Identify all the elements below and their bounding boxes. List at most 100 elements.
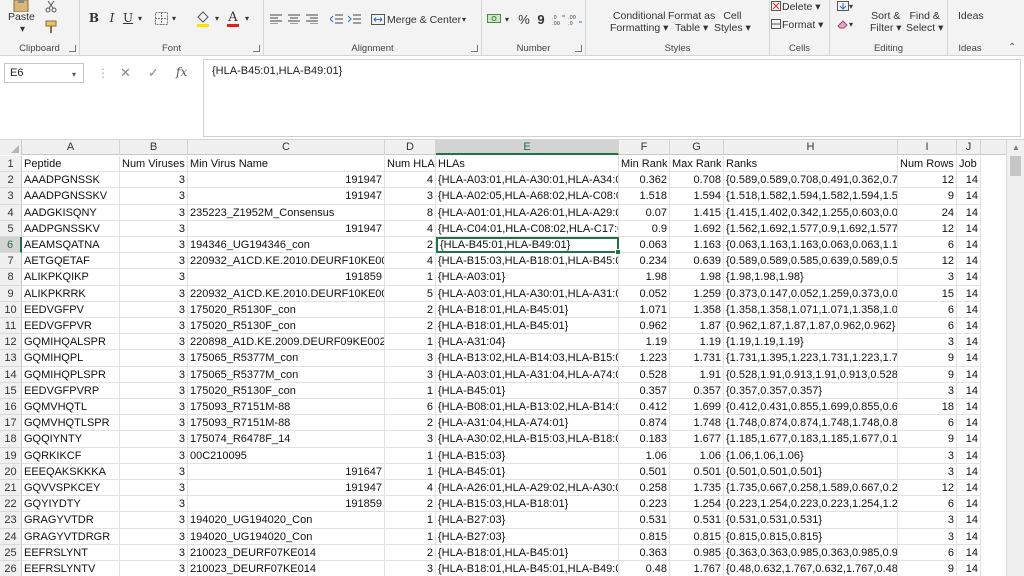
- table-cell[interactable]: 14: [957, 512, 981, 529]
- format-as-table-button[interactable]: Format as Table ▾: [668, 10, 715, 34]
- table-cell[interactable]: 4: [385, 480, 436, 497]
- table-cell[interactable]: {HLA-A03:01,HLA-A31:04,HLA-A74:01}: [436, 366, 619, 383]
- table-cell[interactable]: 14: [957, 269, 981, 286]
- table-cell[interactable]: 0.501: [670, 463, 724, 480]
- column-title-cell[interactable]: Peptide: [22, 156, 120, 173]
- column-header-d[interactable]: D: [385, 140, 436, 155]
- table-cell[interactable]: 1.415: [670, 204, 724, 221]
- table-cell[interactable]: ALIKPKQIKP: [22, 269, 120, 286]
- table-cell[interactable]: {HLA-C04:01,HLA-C08:02,HLA-C17:01,: [436, 220, 619, 237]
- format-cells-button[interactable]: Format ▾: [782, 19, 823, 31]
- table-cell[interactable]: {1.562,1.692,1.577,0.9,1.692,1.577,: [724, 220, 898, 237]
- table-cell[interactable]: {HLA-B45:01}: [436, 463, 619, 480]
- table-cell[interactable]: 220932_A1CD.KE.2010.DEURF10KE002.K: [188, 253, 385, 270]
- table-cell[interactable]: 3: [898, 269, 957, 286]
- table-cell[interactable]: 0.362: [619, 172, 670, 189]
- table-cell[interactable]: 191947: [188, 188, 385, 205]
- row-header[interactable]: 5: [0, 220, 22, 237]
- table-cell[interactable]: 3: [120, 463, 188, 480]
- cell-styles-button[interactable]: Cell Styles ▾: [714, 10, 751, 34]
- table-cell[interactable]: 3: [898, 334, 957, 351]
- enter-icon[interactable]: ✓: [148, 65, 159, 81]
- table-cell[interactable]: {HLA-A01:01,HLA-A26:01,HLA-A29:02,: [436, 204, 619, 221]
- table-cell[interactable]: 9: [898, 350, 957, 367]
- name-box-dropdown-icon[interactable]: ▾: [72, 70, 76, 79]
- table-cell[interactable]: 3: [120, 220, 188, 237]
- table-cell[interactable]: {1.735,0.667,0.258,1.589,0.667,0.258: [724, 480, 898, 497]
- row-header[interactable]: 24: [0, 528, 22, 545]
- column-title-cell[interactable]: Num Viruses: [120, 156, 188, 173]
- table-cell[interactable]: {1.98,1.98,1.98}: [724, 269, 898, 286]
- table-cell[interactable]: 191859: [188, 496, 385, 513]
- table-cell[interactable]: 0.052: [619, 285, 670, 302]
- table-cell[interactable]: 0.183: [619, 431, 670, 448]
- table-cell[interactable]: 0.223: [619, 496, 670, 513]
- table-cell[interactable]: 14: [957, 237, 981, 254]
- table-cell[interactable]: 3: [120, 318, 188, 335]
- table-cell[interactable]: AEAMSQATNA: [22, 237, 120, 254]
- table-cell[interactable]: 00C210095: [188, 447, 385, 464]
- table-cell[interactable]: GQQIYNTY: [22, 431, 120, 448]
- table-cell[interactable]: 1.677: [670, 431, 724, 448]
- table-cell[interactable]: 175065_R5377M_con: [188, 350, 385, 367]
- clear-dropdown-icon[interactable]: ▾: [849, 19, 853, 31]
- row-header[interactable]: 8: [0, 269, 22, 286]
- table-cell[interactable]: AADGKISQNY: [22, 204, 120, 221]
- table-cell[interactable]: {HLA-B15:03,HLA-B18:01}: [436, 496, 619, 513]
- increase-indent-icon[interactable]: [346, 10, 362, 28]
- percent-style-button[interactable]: %: [516, 10, 532, 28]
- column-header-a[interactable]: A: [22, 140, 120, 155]
- row-header[interactable]: 6: [0, 237, 22, 254]
- table-cell[interactable]: EEFRSLYNT: [22, 544, 120, 561]
- table-cell[interactable]: {0.48,0.632,1.767,0.632,1.767,0.48,1: [724, 561, 898, 576]
- table-cell[interactable]: 0.234: [619, 253, 670, 270]
- table-cell[interactable]: AAADPGNSSK: [22, 172, 120, 189]
- table-cell[interactable]: 1.731: [670, 350, 724, 367]
- underline-icon[interactable]: U: [120, 9, 136, 27]
- table-cell[interactable]: 0.639: [670, 253, 724, 270]
- table-cell[interactable]: {1.518,1.582,1.594,1.582,1.594,1.594: [724, 188, 898, 205]
- table-cell[interactable]: 191947: [188, 480, 385, 497]
- format-cells-icon[interactable]: [770, 18, 782, 30]
- table-cell[interactable]: 3: [385, 350, 436, 367]
- table-cell[interactable]: 194020_UG194020_Con: [188, 512, 385, 529]
- table-cell[interactable]: 6: [385, 399, 436, 416]
- clear-icon[interactable]: [836, 18, 850, 30]
- table-cell[interactable]: 3: [120, 366, 188, 383]
- table-cell[interactable]: 1.259: [670, 285, 724, 302]
- table-cell[interactable]: 9: [898, 366, 957, 383]
- paste-button-label[interactable]: Paste: [8, 11, 35, 23]
- table-cell[interactable]: 1: [385, 528, 436, 545]
- table-cell[interactable]: {HLA-B18:01,HLA-B45:01}: [436, 318, 619, 335]
- decrease-decimal-icon[interactable]: .00.0: [568, 10, 582, 28]
- table-cell[interactable]: 191947: [188, 172, 385, 189]
- table-cell[interactable]: 14: [957, 480, 981, 497]
- row-header[interactable]: 9: [0, 285, 22, 302]
- table-cell[interactable]: 3: [898, 528, 957, 545]
- table-cell[interactable]: 0.48: [619, 561, 670, 576]
- table-cell[interactable]: 2: [385, 496, 436, 513]
- row-header[interactable]: 20: [0, 463, 22, 480]
- table-cell[interactable]: 3: [120, 253, 188, 270]
- merge-center-button[interactable]: Merge & Center: [387, 14, 461, 26]
- table-cell[interactable]: 14: [957, 253, 981, 270]
- table-cell[interactable]: {HLA-B18:01,HLA-B45:01}: [436, 544, 619, 561]
- conditional-formatting-button[interactable]: Conditional Formatting ▾: [610, 10, 668, 34]
- table-cell[interactable]: 12: [898, 253, 957, 270]
- table-cell[interactable]: 3: [898, 382, 957, 399]
- table-cell[interactable]: GQMIHQALSPR: [22, 334, 120, 351]
- table-cell[interactable]: 3: [120, 496, 188, 513]
- table-cell[interactable]: 14: [957, 382, 981, 399]
- format-painter-icon[interactable]: [44, 20, 58, 34]
- table-cell[interactable]: 191859: [188, 269, 385, 286]
- table-cell[interactable]: 14: [957, 463, 981, 480]
- table-cell[interactable]: 1.223: [619, 350, 670, 367]
- table-cell[interactable]: 1.91: [670, 366, 724, 383]
- fill-icon[interactable]: [836, 0, 850, 12]
- font-color-dropdown-icon[interactable]: ▾: [242, 9, 252, 27]
- table-cell[interactable]: EEFRSLYNTV: [22, 561, 120, 576]
- ribbon-collapse-icon[interactable]: ⌃: [1008, 42, 1016, 54]
- table-cell[interactable]: GQMIHQPLSPR: [22, 366, 120, 383]
- table-cell[interactable]: 6: [898, 301, 957, 318]
- row-header[interactable]: 15: [0, 382, 22, 399]
